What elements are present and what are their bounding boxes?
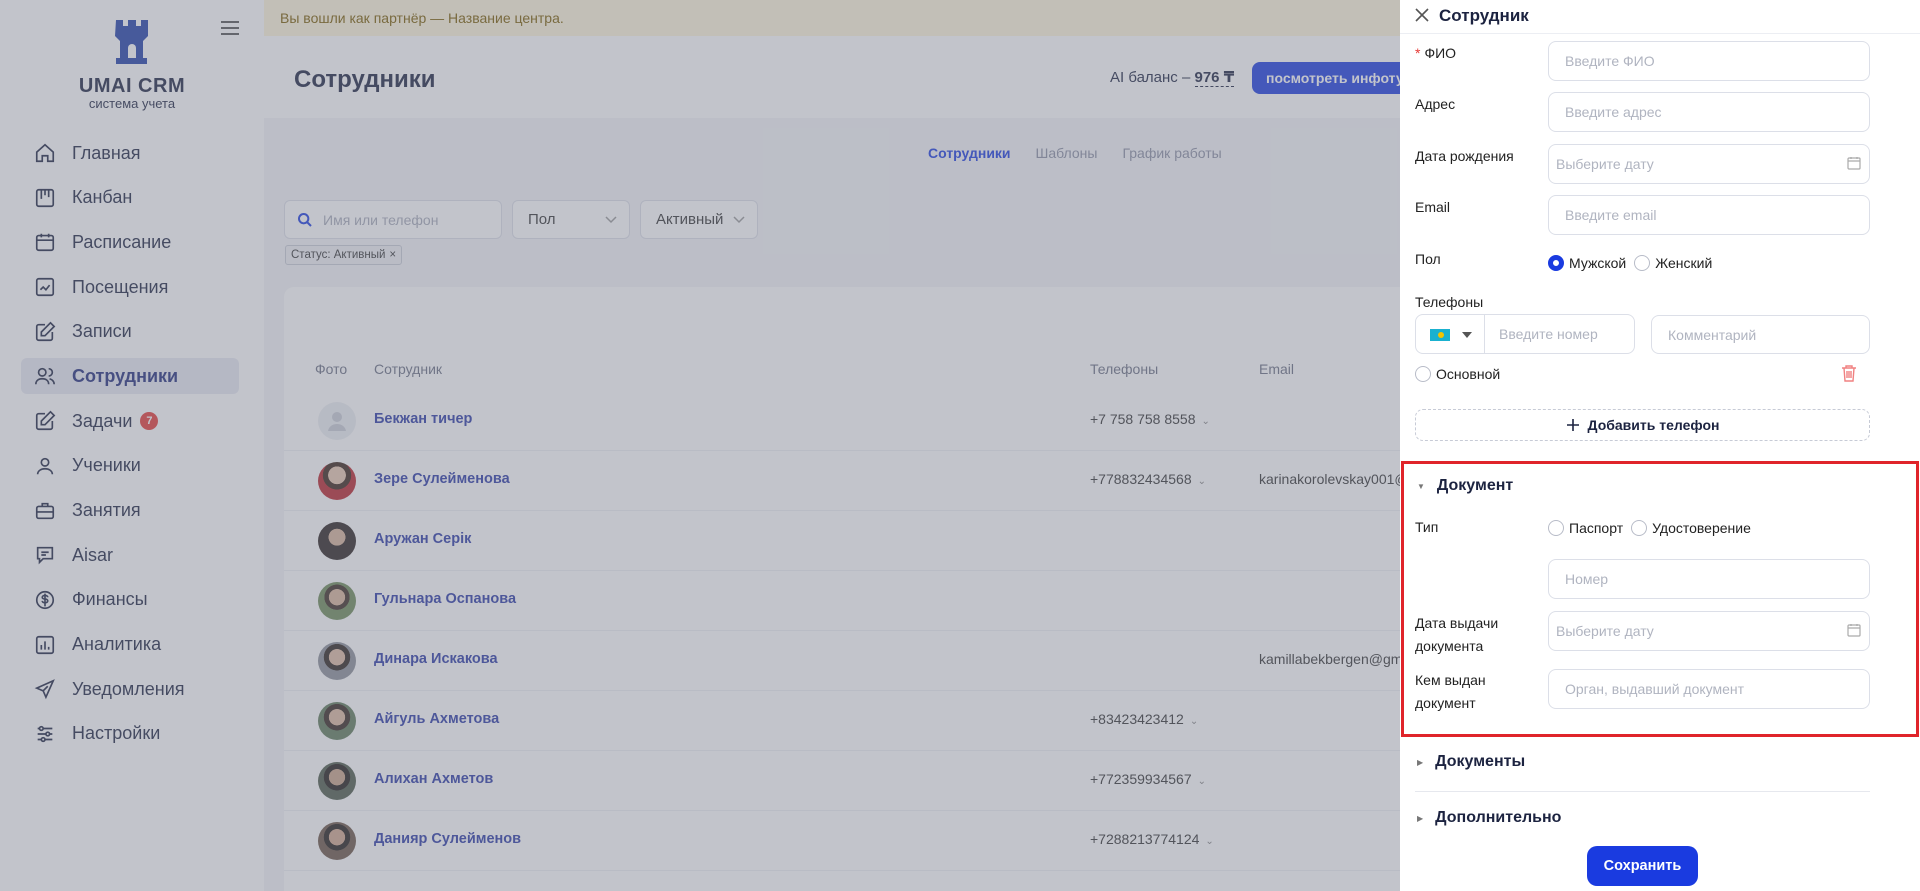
gender-label: Пол (1415, 251, 1441, 267)
trash-icon[interactable] (1841, 364, 1857, 382)
document-section-title: Документ (1436, 477, 1514, 494)
caret-down-icon[interactable] (1462, 332, 1472, 338)
issue-date-placeholder: Выберите дату (1556, 623, 1654, 639)
employee-drawer: Сотрудник * ФИО Введите ФИО Адрес Введите… (1400, 0, 1920, 891)
phone-placeholder: Введите номер (1499, 326, 1598, 342)
calendar-icon (1847, 157, 1861, 170)
phones-label: Телефоны (1415, 294, 1484, 310)
kazakhstan-flag-icon[interactable] (1430, 329, 1450, 341)
doc-type-passport-radio[interactable] (1548, 520, 1564, 536)
main-phone-radio-group: Основной (1415, 366, 1508, 382)
documents-section-title: Документы (1435, 753, 1526, 770)
fio-input[interactable]: Введите ФИО (1548, 41, 1870, 81)
main-phone-label[interactable]: Основной (1436, 366, 1500, 382)
doc-type-label: Тип (1415, 519, 1439, 535)
section-divider (1415, 791, 1870, 792)
plus-icon (1566, 419, 1579, 431)
issue-date-label: Дата выдачи документа (1415, 615, 1499, 654)
divider (1484, 315, 1485, 353)
birth-date-label: Дата рождения (1415, 148, 1514, 164)
email-label: Email (1415, 199, 1451, 215)
issued-by-label: Кем выдан документ (1415, 672, 1486, 711)
drawer-title: Сотрудник (1439, 6, 1529, 25)
gender-female-radio[interactable] (1634, 255, 1651, 271)
gender-male-radio[interactable] (1548, 255, 1564, 271)
close-icon[interactable] (1414, 7, 1430, 23)
birth-date-picker[interactable]: Выберите дату (1548, 144, 1870, 184)
gender-male-label[interactable]: Мужской (1569, 255, 1626, 271)
caret-right-icon: ▶ (1417, 757, 1424, 767)
documents-section-header[interactable]: ▶ Документы (1417, 753, 1525, 771)
gender-radio-group: Мужской Женский (1548, 255, 1720, 271)
doc-type-id-radio[interactable] (1631, 520, 1648, 536)
additional-section-header[interactable]: ▶ Дополнительно (1417, 809, 1561, 827)
calendar-icon (1847, 624, 1861, 637)
add-phone-label: Добавить телефон (1587, 417, 1720, 433)
issue-date-picker[interactable]: Выберите дату (1548, 611, 1870, 651)
doc-type-passport-label[interactable]: Паспорт (1569, 520, 1623, 536)
birth-date-placeholder: Выберите дату (1556, 156, 1654, 172)
email-input[interactable]: Введите email (1548, 195, 1870, 235)
main-phone-radio[interactable] (1415, 366, 1431, 382)
issued-by-input[interactable]: Орган, выдавший документ (1548, 669, 1870, 709)
address-input[interactable]: Введите адрес (1548, 92, 1870, 132)
modal-overlay[interactable] (0, 0, 1400, 891)
doc-type-id-label[interactable]: Удостоверение (1652, 520, 1751, 536)
gender-female-label[interactable]: Женский (1655, 255, 1712, 271)
caret-down-icon: ▼ (1417, 481, 1425, 491)
doc-type-radio-group: Паспорт Удостоверение (1548, 520, 1759, 536)
phone-comment-input[interactable]: Комментарий (1651, 315, 1870, 354)
drawer-header: Сотрудник (1400, 0, 1920, 34)
save-button[interactable]: Сохранить (1587, 846, 1698, 886)
doc-number-input[interactable]: Номер (1548, 559, 1870, 599)
caret-right-icon: ▶ (1417, 813, 1424, 823)
fio-label: * ФИО (1415, 45, 1457, 61)
address-label: Адрес (1415, 96, 1456, 112)
phone-input[interactable]: Введите номер (1415, 314, 1635, 354)
additional-section-title: Дополнительно (1435, 809, 1562, 826)
add-phone-button[interactable]: Добавить телефон (1415, 409, 1870, 441)
document-section-header[interactable]: ▼ Документ (1417, 477, 1513, 495)
